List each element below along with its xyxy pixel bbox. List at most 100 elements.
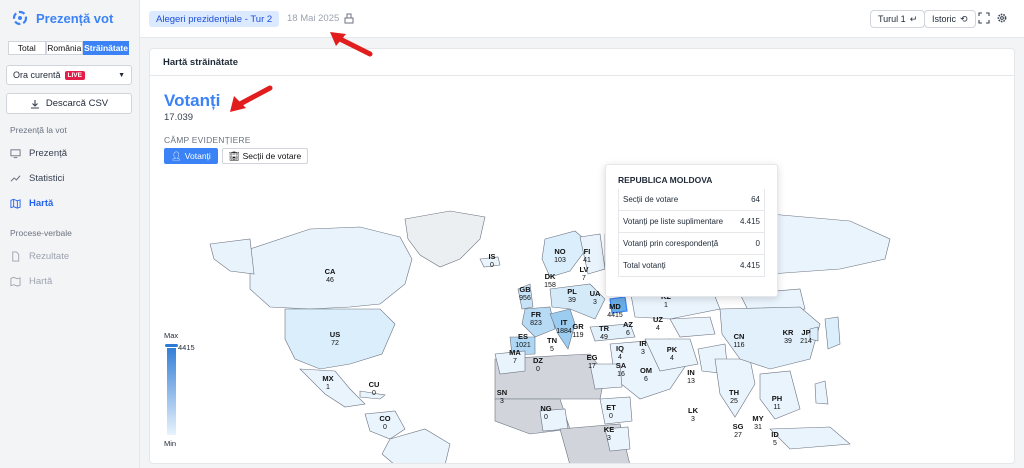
map-label-value: 0 bbox=[490, 262, 494, 269]
color-legend: Max 4415 Min bbox=[164, 331, 204, 451]
map-label-value: 5 bbox=[550, 346, 554, 353]
map-label-code: NO bbox=[554, 247, 565, 256]
topbar: Alegeri prezidențiale - Tur 2 18 Mai 202… bbox=[140, 0, 1024, 38]
history-button-label: Istoric bbox=[932, 14, 957, 24]
map-label-value: 0 bbox=[544, 414, 548, 421]
time-select[interactable]: Ora curentă LIVE ▼ bbox=[6, 65, 132, 85]
map-label-value: 1 bbox=[664, 302, 668, 309]
map-label-value: 39 bbox=[784, 338, 792, 345]
map-label-value: 116 bbox=[733, 342, 744, 349]
tooltip-row-value: 64 bbox=[751, 195, 760, 204]
country-japan bbox=[824, 316, 841, 350]
trend-icon bbox=[10, 175, 21, 182]
ballot-icon[interactable] bbox=[343, 12, 355, 24]
map-label-value: 823 bbox=[530, 320, 542, 327]
world-map[interactable]: CA46US72MX1 CU0CO0IS0NO103FI41DK158GB956F… bbox=[150, 159, 1015, 464]
map-label-value: 49 bbox=[600, 334, 608, 341]
country-uzbekistan bbox=[669, 316, 716, 338]
tooltip-row-value: 0 bbox=[755, 239, 760, 248]
map-label-code: AZ bbox=[623, 320, 633, 329]
map-label-value: 3 bbox=[641, 349, 645, 356]
map-label-code: CA bbox=[325, 267, 336, 276]
metric-title: Votanți bbox=[164, 91, 221, 110]
tooltip-row: Votanți pe liste suplimentare 4.415 bbox=[618, 211, 765, 233]
chevron-down-icon: ▼ bbox=[118, 71, 125, 79]
legend-max: Max bbox=[164, 331, 179, 340]
map-label-value: 103 bbox=[554, 257, 566, 264]
country-greenland bbox=[404, 210, 486, 268]
brand[interactable]: Prezență vot bbox=[12, 10, 113, 26]
map-label-value: 0 bbox=[383, 424, 387, 431]
map-label-value: 39 bbox=[568, 297, 576, 304]
map-label-code: PL bbox=[567, 287, 577, 296]
sidebar-item-statistici[interactable]: Statistici bbox=[10, 173, 64, 184]
legend-gradient bbox=[167, 345, 176, 435]
map-label-value: 0 bbox=[372, 390, 376, 397]
map-label-value: 3 bbox=[607, 435, 611, 442]
map-label-value: 4 bbox=[656, 325, 660, 332]
tooltip-row: Total votanți 4.415 bbox=[618, 255, 765, 277]
map-label-code: SG bbox=[733, 422, 744, 431]
map-label-code: SN bbox=[497, 388, 507, 397]
fullscreen-icon[interactable] bbox=[978, 12, 990, 24]
app-root: Prezență vot Total România Străinătate O… bbox=[0, 0, 1024, 468]
map-label-code: OM bbox=[640, 366, 652, 375]
map-label-value: 956 bbox=[519, 295, 531, 302]
map-label-code: CU bbox=[369, 380, 380, 389]
card-header: Hartă străinătate bbox=[150, 49, 1014, 76]
map-label-value: 72 bbox=[331, 340, 339, 347]
map-label-value: 4415 bbox=[607, 312, 623, 319]
map-label-code: TH bbox=[729, 388, 739, 397]
tooltip-row-label: Total votanți bbox=[623, 261, 666, 270]
election-badge[interactable]: Alegeri prezidențiale - Tur 2 bbox=[149, 11, 280, 27]
download-csv-button[interactable]: Descarcă CSV bbox=[6, 93, 132, 114]
election-date: 18 Mai 2025 bbox=[287, 13, 340, 24]
map-label-value: 11 bbox=[773, 404, 780, 411]
tooltip-row: Secții de votare 64 bbox=[618, 189, 765, 211]
map-label-value: 46 bbox=[326, 277, 334, 284]
legend-handle[interactable] bbox=[164, 343, 179, 348]
country-indonesia bbox=[769, 426, 851, 450]
sidebar: Prezență vot Total România Străinătate O… bbox=[0, 0, 140, 468]
map-label-code: LK bbox=[688, 406, 699, 415]
map-label-code: MD bbox=[609, 302, 621, 311]
map-label-code: TR bbox=[599, 324, 610, 333]
map-label-value: 4 bbox=[618, 354, 622, 361]
section-presence-label: Prezență la vot bbox=[10, 125, 67, 135]
tab-total[interactable]: Total bbox=[8, 41, 46, 55]
download-label: Descarcă CSV bbox=[45, 98, 109, 109]
gear-icon[interactable] bbox=[996, 12, 1008, 24]
history-button[interactable]: Istoric ⟲ bbox=[924, 10, 976, 28]
tooltip-row-label: Votanți pe liste suplimentare bbox=[623, 217, 724, 226]
map-label-value: 31 bbox=[754, 424, 762, 431]
live-badge: LIVE bbox=[64, 70, 85, 80]
sidebar-item-label: Hartă bbox=[29, 276, 53, 287]
sidebar-item-label: Prezență bbox=[29, 148, 68, 159]
map-label-value: 4 bbox=[670, 355, 674, 362]
map-label-value: 5 bbox=[773, 440, 777, 447]
map-label-value: 7 bbox=[582, 275, 586, 282]
sidebar-item-harta[interactable]: Hartă bbox=[10, 198, 53, 209]
map-label-code: JP bbox=[801, 328, 810, 337]
map-label-code: IQ bbox=[616, 344, 624, 353]
map-label-value: 3 bbox=[593, 299, 597, 306]
map-label-code: SA bbox=[616, 361, 627, 370]
tooltip-row: Votanți prin corespondență 0 bbox=[618, 233, 765, 255]
map-label-value: 25 bbox=[730, 398, 738, 405]
map-label-value: 1884 bbox=[556, 328, 572, 335]
sidebar-item-prezenta[interactable]: Prezență bbox=[10, 148, 67, 159]
map-label-code: MA bbox=[509, 348, 521, 357]
tooltip-row-value: 4.415 bbox=[739, 217, 760, 226]
map-label-value: 0 bbox=[609, 413, 613, 420]
sidebar-item-rezultate[interactable]: Rezultate bbox=[10, 251, 69, 262]
tab-romania[interactable]: România bbox=[45, 41, 84, 55]
map-label-code: IR bbox=[639, 339, 647, 348]
tooltip-row-label: Secții de votare bbox=[623, 195, 679, 204]
map-label-code: DZ bbox=[533, 356, 543, 365]
sidebar-item-harta-pv[interactable]: Hartă bbox=[10, 276, 52, 287]
tab-strainatate[interactable]: Străinătate bbox=[83, 41, 129, 55]
round-button[interactable]: Turul 1 ↵ bbox=[870, 10, 926, 28]
download-icon bbox=[30, 99, 39, 109]
sidebar-item-label: Rezultate bbox=[29, 251, 70, 262]
map-label-code: ET bbox=[606, 403, 616, 412]
